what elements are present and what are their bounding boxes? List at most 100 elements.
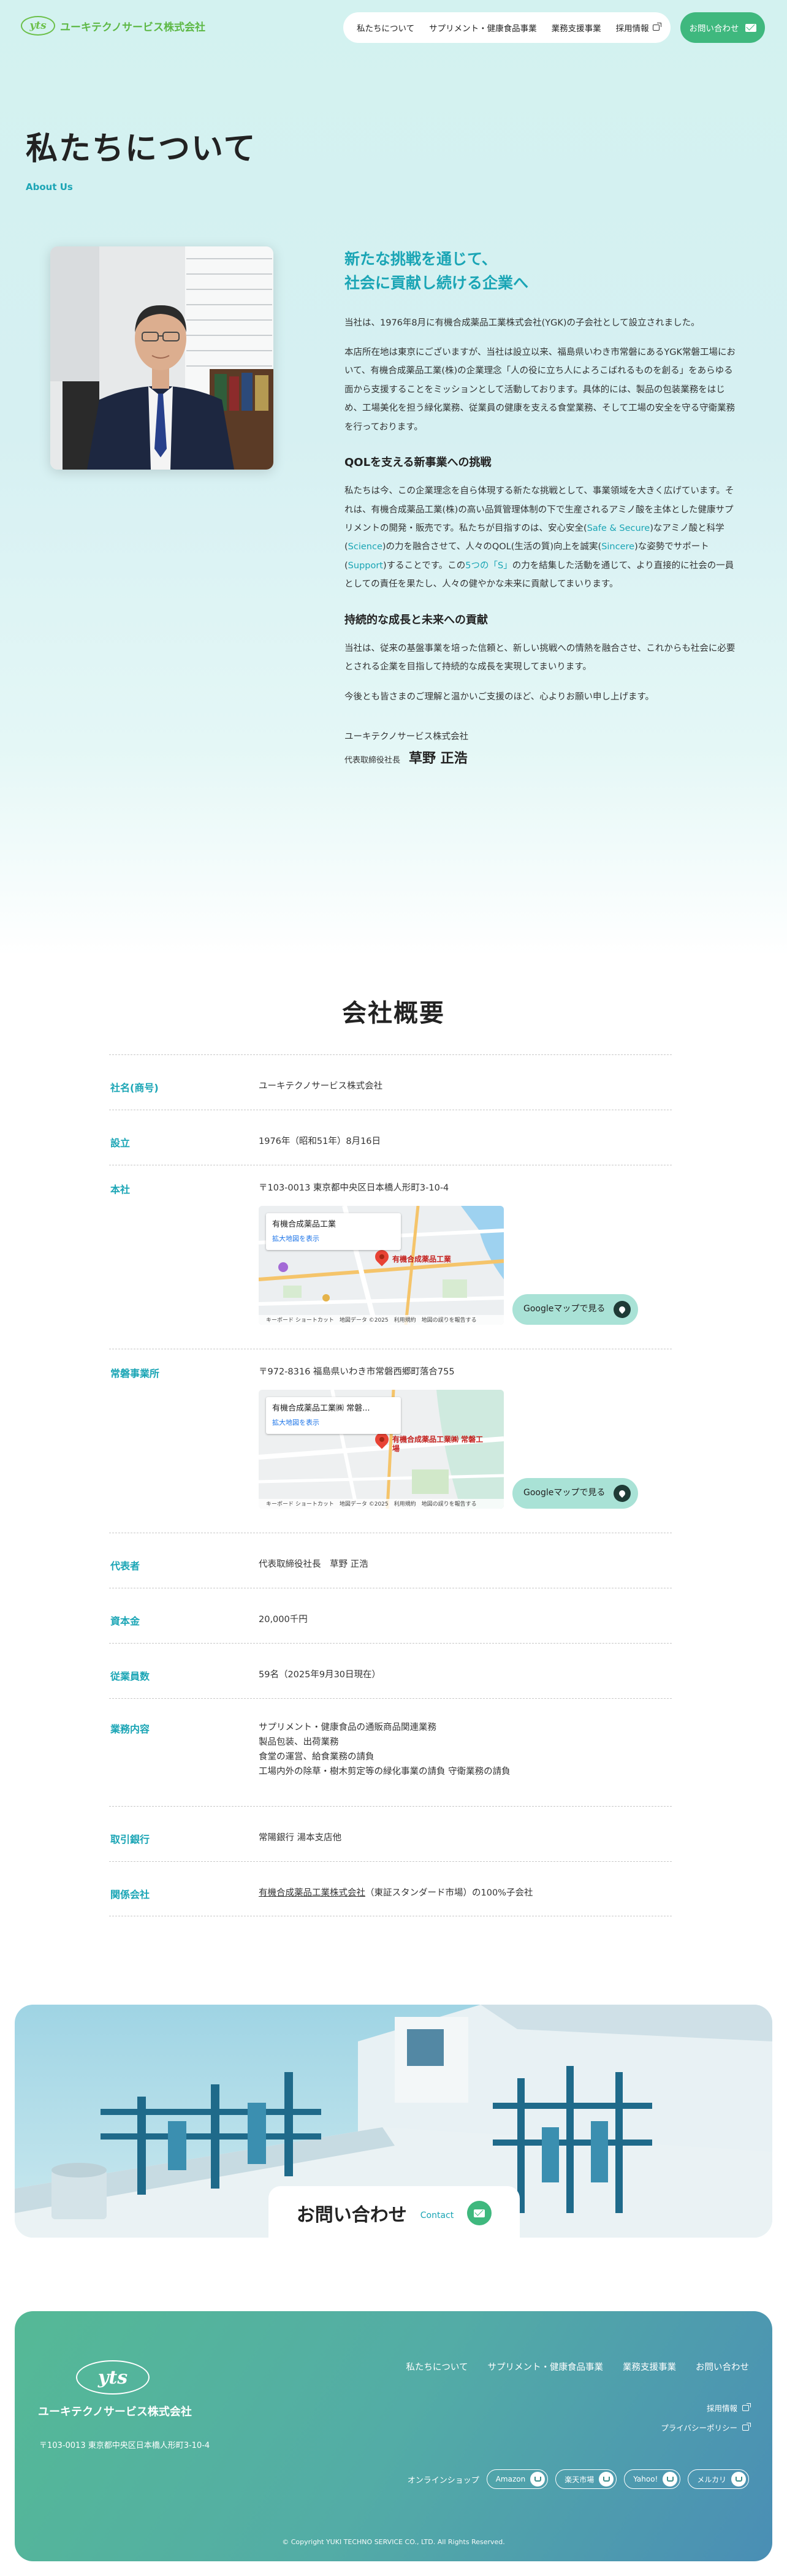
shop-mercari[interactable]: メルカリ — [688, 2469, 749, 2489]
overview-row-representative: 代表者 代表取締役社長 草野 正浩 — [109, 1533, 672, 1588]
shop-yahoo[interactable]: Yahoo! — [624, 2469, 681, 2489]
shop-label: Amazon — [495, 2475, 526, 2483]
online-shop: オンラインショップ Amazon 楽天市場 Yahoo! メルカリ — [408, 2469, 749, 2489]
shop-amazon[interactable]: Amazon — [486, 2469, 549, 2489]
contact-cta-icon — [467, 2201, 492, 2225]
copyright: © Copyright YUKI TECHNO SERVICE CO., LTD… — [282, 2538, 505, 2546]
page-subtitle: About Us — [26, 181, 73, 192]
overview-row-founded: 設立 1976年（昭和51年）8月16日 — [109, 1110, 672, 1165]
highlight: Support — [348, 560, 383, 571]
message-heading-growth: 持続的な成長と未来への貢献 — [344, 613, 488, 627]
overview-row-name: 社名(商号) ユーキテクノサービス株式会社 — [109, 1054, 672, 1110]
overview-row-affiliate: 関係会社 有機合成薬品工業株式会社（東証スタンダード市場）の100%子会社 — [109, 1861, 672, 1916]
google-maps-button-joban[interactable]: Googleマップで見る — [512, 1477, 639, 1509]
row-key: 社名(商号) — [110, 1082, 159, 1094]
row-key: 設立 — [110, 1137, 131, 1149]
row-value: 59名（2025年9月30日現在） — [259, 1670, 381, 1680]
nav-label: 私たちについて — [357, 24, 415, 34]
external-link-icon — [742, 2422, 751, 2431]
headoffice-address: 〒103-0013 東京都中央区日本橋人形町3-10-4 — [259, 1183, 449, 1193]
footer-privacy-link[interactable]: プライバシーポリシー — [661, 2422, 751, 2433]
row-key: 常磐事業所 — [110, 1368, 160, 1379]
headoffice-map[interactable]: 有機合成薬品工業 有機合成薬品工業 拡大地図を表示 キーボード ショートカット … — [259, 1205, 504, 1325]
header-contact-button[interactable]: お問い合わせ — [680, 12, 765, 43]
overview-title: 会社概要 — [342, 999, 445, 1027]
signature-title: 代表取締役社長 — [344, 756, 401, 766]
message-paragraph-3: 私たちは今、この企業理念を自ら体現する新たな挑戦として、事業領域を大きく広げてい… — [344, 482, 737, 594]
google-maps-button-headoffice[interactable]: Googleマップで見る — [512, 1294, 639, 1325]
joban-map[interactable]: 有機合成薬品工業㈱ 常磐工場 有機合成薬品工業㈱ 常磐... 拡大地図を表示 キ… — [259, 1389, 504, 1509]
message-headline: 新たな挑戦を通じて、社会に貢献し続ける企業へ — [344, 248, 737, 295]
location-pin-icon — [614, 1300, 631, 1318]
recruit-label: 採用情報 — [706, 2404, 737, 2413]
privacy-label: プライバシーポリシー — [661, 2423, 737, 2433]
map-pin-label: 有機合成薬品工業㈱ 常磐工場 — [392, 1435, 484, 1453]
map-enlarge-link[interactable]: 拡大地図を表示 — [272, 1417, 395, 1428]
footer-nav-supplement[interactable]: サプリメント・健康食品事業 — [488, 2360, 604, 2373]
contact-cta-subtitle: Contact — [420, 2211, 454, 2220]
row-key: 本社 — [110, 1184, 131, 1195]
footer-nav-business-support[interactable]: 業務支援事業 — [623, 2360, 676, 2373]
map-card-title: 有機合成薬品工業 — [272, 1219, 336, 1229]
map-enlarge-link[interactable]: 拡大地図を表示 — [272, 1233, 395, 1244]
map-info-card: 有機合成薬品工業 拡大地図を表示 — [266, 1213, 401, 1250]
message-paragraph-5: 今後とも皆さまのご理解と温かいご支援のほど、心よりお願い申し上げます。 — [344, 692, 655, 702]
highlight: Safe & Secure — [587, 524, 650, 533]
footer-nav-contact[interactable]: お問い合わせ — [696, 2360, 749, 2373]
row-value: 〒972-8316 福島県いわき市常磐西郷町落合755 有機合成薬品工業㈱ 常磐… — [259, 1365, 672, 1533]
footer-address: 〒103-0013 東京都中央区日本橋人形町3-10-4 — [39, 2441, 210, 2450]
contact-cta-title: お問い合わせ — [296, 2204, 407, 2226]
nav-item-about[interactable]: 私たちについて — [357, 21, 414, 34]
main-nav: 私たちについて サプリメント・健康食品事業 業務支援事業 採用情報 — [343, 12, 671, 43]
mail-icon — [474, 2209, 485, 2217]
joban-address: 〒972-8316 福島県いわき市常磐西郷町落合755 — [259, 1367, 455, 1377]
site-logo[interactable]: yts ユーキテクノサービス株式会社 — [21, 16, 205, 36]
message-paragraph-1: 当社は、1976年8月に有機合成薬品工業株式会社(YGK)の子会社として設立され… — [344, 318, 700, 328]
shop-rakuten[interactable]: 楽天市場 — [555, 2469, 617, 2489]
gmap-label: Googleマップで見る — [523, 1488, 606, 1498]
message-paragraph-2: 本店所在地は東京にございますが、当社は設立以来、福島県いわき市常磐にあるYGK常… — [344, 347, 736, 432]
nav-item-business-support[interactable]: 業務支援事業 — [552, 21, 601, 34]
nav-item-supplement[interactable]: サプリメント・健康食品事業 — [429, 21, 537, 34]
map-footer[interactable]: キーボード ショートカット 地図データ ©2025 利用規約 地図の誤りを報告す… — [259, 1498, 504, 1509]
overview-row-capital: 資本金 20,000千円 — [109, 1588, 672, 1643]
message-paragraph-4: 当社は、従来の基盤事業を培った信頼と、新しい挑戦への情熱を融合させ、これからも社… — [344, 643, 736, 673]
footer-nav-about[interactable]: 私たちについて — [406, 2360, 468, 2373]
signature-company: ユーキテクノサービス株式会社 — [344, 732, 469, 742]
business-line: サプリメント・健康食品の通販商品関連業務 — [259, 1723, 436, 1732]
shop-label: 楽天市場 — [565, 2475, 595, 2484]
overview-row-joban: 常磐事業所 〒972-8316 福島県いわき市常磐西郷町落合755 有機合成薬品… — [109, 1349, 672, 1533]
gmap-label: Googleマップで見る — [523, 1304, 606, 1314]
contact-cta[interactable]: お問い合わせ Contact — [268, 2186, 520, 2240]
map-footer[interactable]: キーボード ショートカット 地図データ ©2025 利用規約 地図の誤りを報告す… — [259, 1314, 504, 1325]
mail-icon — [745, 23, 756, 32]
row-key: 取引銀行 — [110, 1834, 150, 1845]
row-value: 1976年（昭和51年）8月16日 — [259, 1137, 381, 1146]
highlight: Science — [348, 542, 382, 552]
highlight: 5つの「S」 — [465, 560, 512, 571]
highlight: Sincere — [601, 542, 635, 552]
cart-icon — [530, 2472, 546, 2486]
nav-item-recruit[interactable]: 採用情報 — [616, 21, 661, 34]
headline-line-2: 社会に貢献し続ける企業へ — [344, 273, 529, 292]
map-card-title: 有機合成薬品工業㈱ 常磐... — [272, 1403, 370, 1413]
row-value: 〒103-0013 東京都中央区日本橋人形町3-10-4 有機合成薬品工業 有機… — [259, 1181, 672, 1349]
external-link-icon — [652, 23, 661, 31]
message-heading-qol: QOLを支える新事業への挑戦 — [344, 456, 492, 470]
headline-line-1: 新たな挑戦を通じて、 — [344, 250, 497, 268]
map-area: 有機合成薬品工業㈱ 常磐工場 有機合成薬品工業㈱ 常磐... 拡大地図を表示 キ… — [259, 1389, 672, 1509]
footer-logo[interactable]: yts — [76, 2360, 150, 2395]
row-value: 常陽銀行 湯本支店他 — [259, 1833, 342, 1843]
signature: 代表取締役社長 草野 正浩 — [344, 747, 737, 767]
site-footer: yts ユーキテクノサービス株式会社 〒103-0013 東京都中央区日本橋人形… — [15, 2311, 772, 2561]
footer-recruit-link[interactable]: 採用情報 — [706, 2402, 751, 2414]
row-key: 従業員数 — [110, 1671, 150, 1682]
cart-icon — [731, 2472, 746, 2486]
location-pin-icon — [614, 1484, 631, 1502]
affiliate-link[interactable]: 有機合成薬品工業株式会社 — [259, 1888, 365, 1898]
overview-row-employees: 従業員数 59名（2025年9月30日現在） — [109, 1643, 672, 1698]
row-key: 業務内容 — [110, 1723, 150, 1735]
map-area: 有機合成薬品工業 有機合成薬品工業 拡大地図を表示 キーボード ショートカット … — [259, 1205, 672, 1325]
shop-label: Yahoo! — [633, 2475, 658, 2483]
president-photo — [50, 246, 273, 470]
